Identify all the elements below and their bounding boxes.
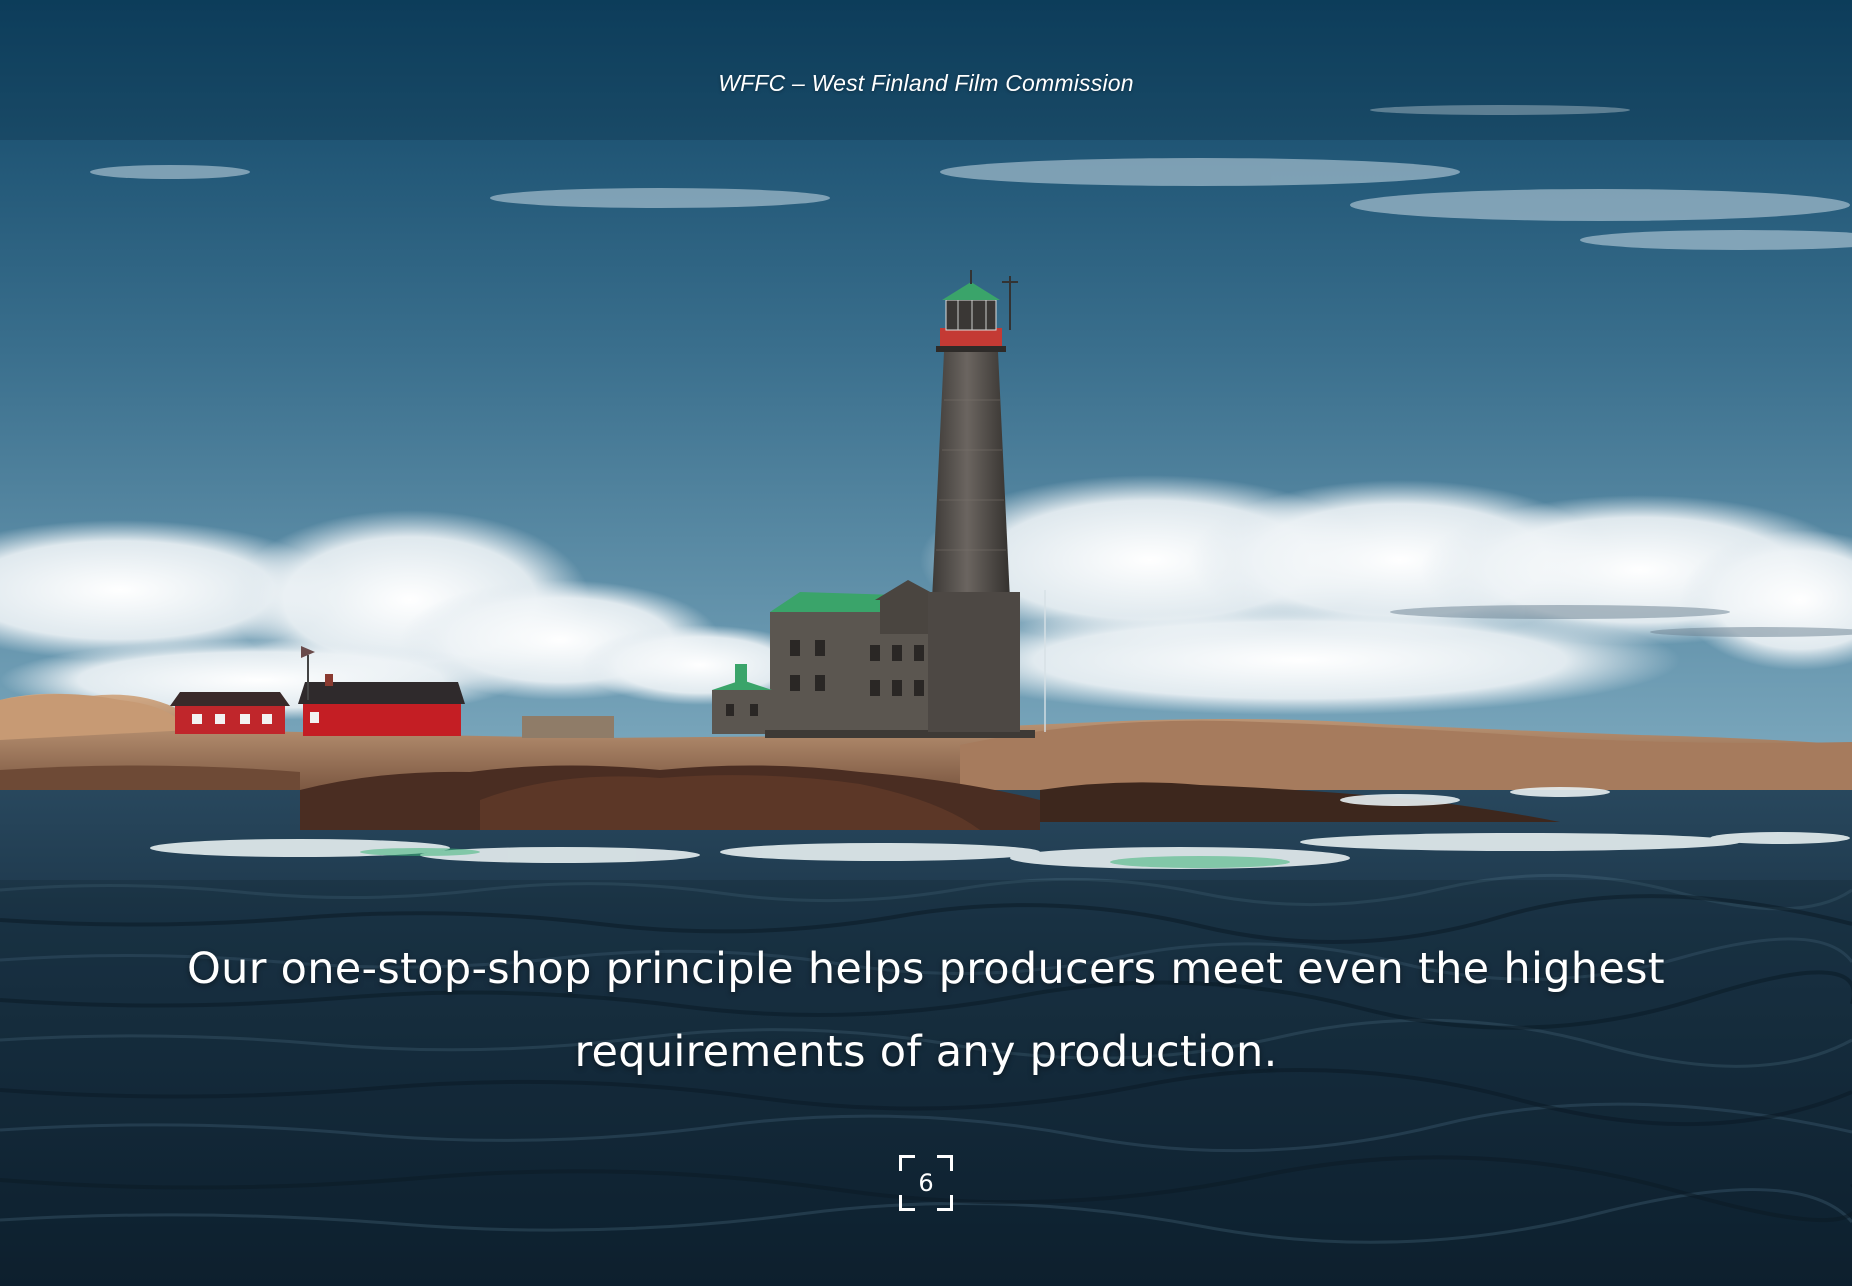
page-number: 6 <box>918 1169 934 1197</box>
tagline-line-2: requirements of any production. <box>574 1027 1278 1077</box>
document-header: WFFC – West Finland Film Commission <box>718 70 1134 96</box>
page-number-frame: 6 <box>899 1155 953 1211</box>
tagline: Our one-stop-shop principle helps produc… <box>140 928 1712 1094</box>
tagline-line-1: Our one-stop-shop principle helps produc… <box>187 944 1665 994</box>
